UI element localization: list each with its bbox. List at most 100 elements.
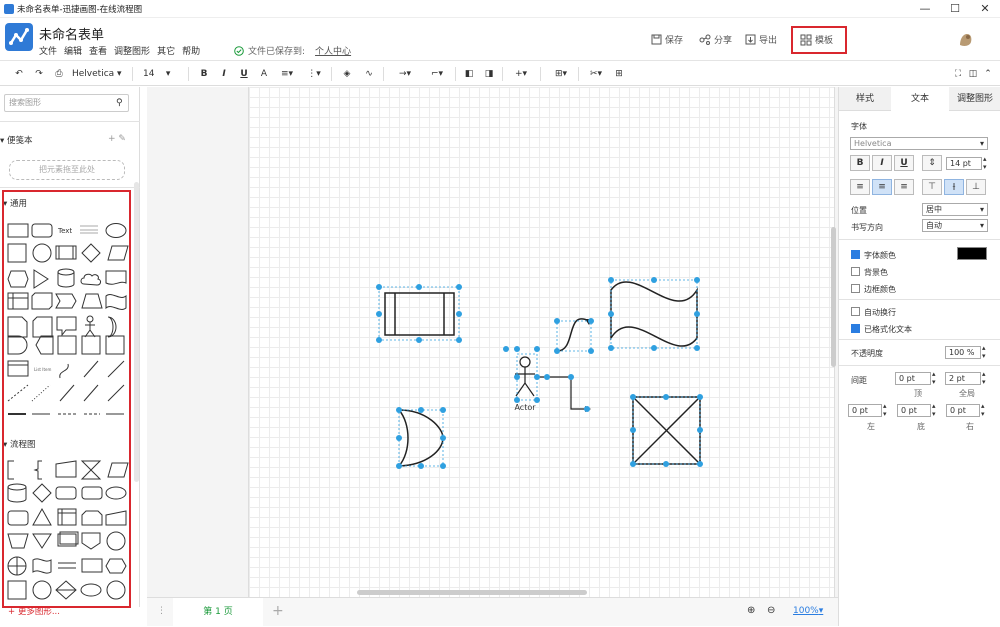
opacity-stepper[interactable]: ▴ ▾ [982, 344, 986, 360]
font-color-checkbox[interactable] [851, 250, 860, 259]
tools-icon[interactable]: ✂▾ [584, 66, 608, 82]
diagram-canvas[interactable]: Actor [249, 87, 836, 597]
tab-text[interactable]: 文本 [893, 87, 947, 111]
align-right-icon[interactable]: ≡ [894, 179, 914, 195]
panel-toggle-icon[interactable]: ◫ [967, 66, 979, 82]
document-title[interactable]: 未命名表单 [39, 24, 104, 43]
connector-style-icon[interactable]: →▾ [392, 66, 418, 82]
to-back-icon[interactable]: ◨ [482, 66, 496, 82]
menu-help[interactable]: 帮助 [182, 44, 200, 57]
minimize-button[interactable]: — [918, 2, 932, 16]
font-color-swatch[interactable] [957, 247, 987, 260]
spacing-global-field[interactable]: 2 pt [945, 372, 981, 385]
zoom-out-icon[interactable]: ⊖ [767, 605, 775, 616]
vertical-align-icon[interactable]: ⋮▾ [304, 66, 324, 82]
opacity-field[interactable]: 100 % [945, 346, 981, 359]
collapse-icon[interactable]: ⌃ [982, 66, 994, 82]
table-icon[interactable]: ⊞▾ [548, 66, 574, 82]
spacing-right-field[interactable]: 0 pt [946, 404, 980, 417]
spacing-bottom-stepper[interactable]: ▴ ▾ [932, 402, 936, 418]
underline-button[interactable]: U [238, 66, 250, 82]
spacing-bottom-field[interactable]: 0 pt [897, 404, 931, 417]
format-painter-icon[interactable]: ⎙ [52, 66, 66, 82]
canvas-horizontal-scrollbar[interactable] [357, 590, 587, 595]
share-button[interactable]: 分享 [699, 33, 732, 46]
pages-menu-icon[interactable]: ⋮ [157, 606, 166, 616]
spacing-right-stepper[interactable]: ▴ ▾ [981, 402, 985, 418]
border-color-checkbox[interactable] [851, 284, 860, 293]
canvas-vertical-scrollbar[interactable] [831, 227, 836, 367]
spacing-left-stepper[interactable]: ▴ ▾ [883, 402, 887, 418]
redo-icon[interactable]: ↷ [32, 66, 46, 82]
close-button[interactable]: ✕ [978, 2, 992, 16]
menu-extras[interactable]: 其它 [157, 44, 175, 57]
spacing-top-stepper[interactable]: ▴ ▾ [932, 370, 936, 386]
font-size-field[interactable]: 14 pt [946, 157, 982, 170]
word-wrap-checkbox[interactable] [851, 307, 860, 316]
diagram-actor-legs [515, 381, 535, 397]
page-tabs-bar: ⋮ 第 1 页 + ⊕ ⊖ 100%▾ [147, 597, 838, 627]
save-location-link[interactable]: 个人中心 [315, 44, 351, 57]
text-underline-button[interactable]: U [894, 155, 914, 171]
user-avatar[interactable] [957, 30, 975, 48]
align-bottom-icon[interactable]: ⊥ [966, 179, 986, 195]
add-page-button[interactable]: + [272, 603, 284, 619]
font-color-button[interactable]: A [258, 66, 270, 82]
fullscreen-icon[interactable]: ⛶ [952, 66, 964, 82]
align-top-icon[interactable]: ⊤ [922, 179, 942, 195]
divider [540, 67, 541, 81]
font-family-select[interactable]: Helvetica ▾ [72, 66, 128, 82]
tab-style[interactable]: 样式 [839, 87, 891, 111]
font-size-select[interactable]: 14 ▾ [143, 66, 183, 82]
formatted-text-checkbox[interactable] [851, 324, 860, 333]
spacing-global-stepper[interactable]: ▴ ▾ [982, 370, 986, 386]
bold-button[interactable]: B [198, 66, 210, 82]
page-tab-1[interactable]: 第 1 页 [173, 598, 263, 627]
text-direction-vertical-icon[interactable]: ⇕ [922, 155, 942, 171]
text-italic-button[interactable]: I [872, 155, 892, 171]
chevron-down-icon: ▾ [979, 221, 984, 230]
bg-color-checkbox[interactable] [851, 267, 860, 276]
align-center-icon[interactable]: ≡ [872, 179, 892, 195]
opacity-label: 不透明度 [851, 349, 883, 358]
fill-color-icon[interactable]: ◈ [340, 66, 354, 82]
line-color-icon[interactable]: ∿ [362, 66, 376, 82]
font-family-field[interactable]: Helvetica ▾ [850, 137, 988, 150]
menu-view[interactable]: 查看 [89, 44, 107, 57]
waypoint-style-icon[interactable]: ⌐▾ [424, 66, 450, 82]
zoom-in-icon[interactable]: ⊕ [747, 605, 755, 616]
selection-box [378, 286, 460, 341]
align-middle-icon[interactable]: ⫲ [944, 179, 964, 195]
check-circle-icon [234, 45, 244, 56]
spacing-top-field[interactable]: 0 pt [895, 372, 931, 385]
menu-arrange[interactable]: 调整图形 [114, 44, 150, 57]
to-front-icon[interactable]: ◧ [462, 66, 476, 82]
more-shapes-link[interactable]: + 更多图形... [8, 605, 60, 617]
align-menu-icon[interactable]: ≡▾ [276, 66, 298, 82]
left-panel-scrollbar[interactable] [134, 182, 139, 482]
diagram-tape-shape [610, 281, 698, 347]
grid-view-icon[interactable]: ⊞ [612, 66, 626, 82]
undo-icon[interactable]: ↶ [12, 66, 26, 82]
diagram-page[interactable]: Actor [248, 87, 835, 597]
zoom-level-select[interactable]: 100%▾ [793, 606, 823, 616]
italic-button[interactable]: I [218, 66, 230, 82]
save-button[interactable]: 保存 [651, 33, 683, 46]
export-button[interactable]: 导出 [745, 33, 777, 46]
spacing-left-field[interactable]: 0 pt [848, 404, 882, 417]
save-icon [651, 34, 662, 45]
canvas-area[interactable]: Actor [147, 87, 838, 597]
zoom-level-value: 100% [793, 606, 819, 616]
selection-box [610, 279, 698, 349]
insert-icon[interactable]: +▾ [508, 66, 534, 82]
font-size-stepper[interactable]: ▴ ▾ [983, 155, 987, 171]
position-select[interactable]: 居中 ▾ [922, 203, 988, 216]
font-color-label: 字体颜色 [864, 251, 896, 260]
align-left-icon[interactable]: ≡ [850, 179, 870, 195]
menu-file[interactable]: 文件 [39, 44, 57, 57]
tab-arrange[interactable]: 调整图形 [949, 87, 1000, 111]
maximize-button[interactable]: ☐ [948, 2, 962, 16]
text-bold-button[interactable]: B [850, 155, 870, 171]
direction-select[interactable]: 自动 ▾ [922, 219, 988, 232]
menu-edit[interactable]: 编辑 [64, 44, 82, 57]
